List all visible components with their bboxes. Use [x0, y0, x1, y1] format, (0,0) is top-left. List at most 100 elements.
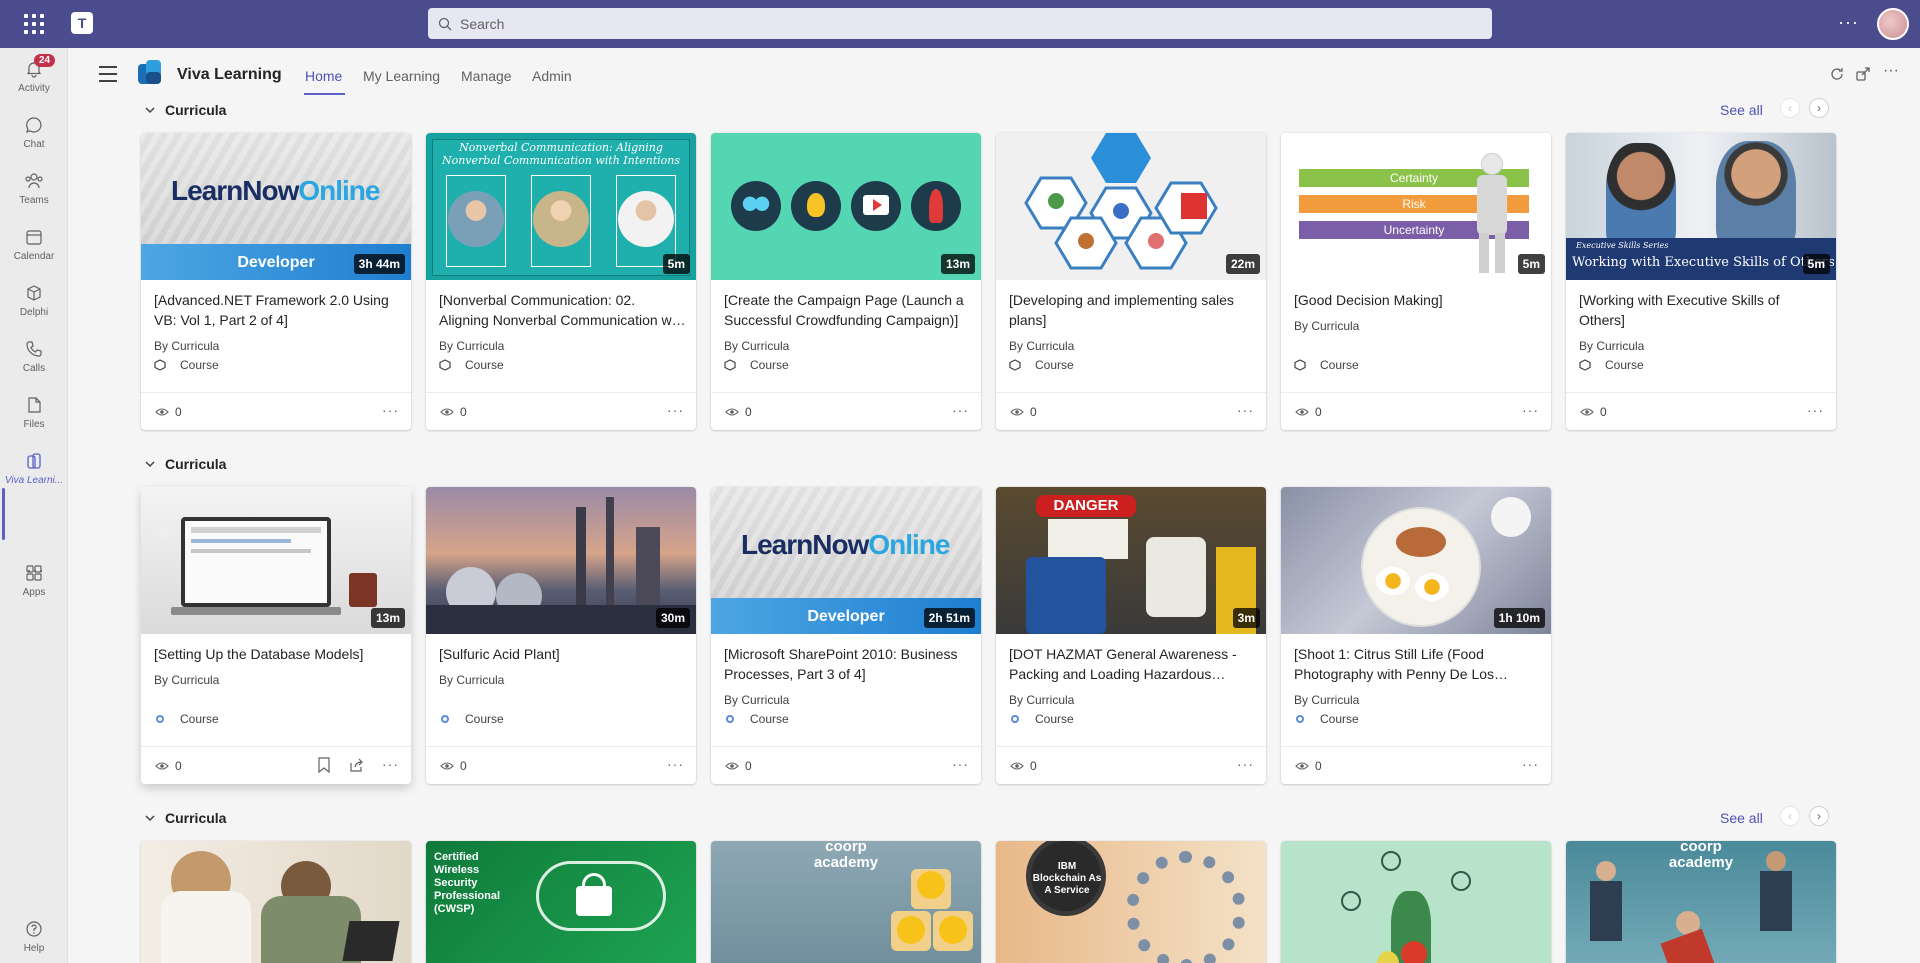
card-footer: 0 ···	[711, 392, 981, 430]
course-type: Course	[1294, 712, 1359, 726]
chevron-down-icon	[145, 815, 155, 822]
rail-item-teams[interactable]: Teams	[0, 164, 68, 214]
card-more-icon[interactable]: ···	[667, 756, 684, 772]
rail-item-chat[interactable]: Chat	[0, 108, 68, 158]
course-card[interactable]: DANGER 3m [DOT HAZMAT General Awareness …	[996, 487, 1266, 784]
tab-admin[interactable]: Admin	[532, 68, 572, 84]
rail-item-label: Calendar	[13, 251, 55, 262]
section-title: Curricula	[165, 810, 227, 826]
section-header[interactable]: Curricula	[145, 810, 226, 826]
thumb-series: Executive Skills Series	[1576, 241, 1669, 250]
view-count-value: 0	[1315, 405, 1322, 419]
avatar[interactable]	[1877, 8, 1909, 40]
tab-my-learning[interactable]: My Learning	[363, 68, 440, 84]
course-type-label: Course	[465, 358, 504, 372]
card-more-icon[interactable]: ···	[952, 756, 969, 772]
course-type-label: Course	[1320, 712, 1359, 726]
help-icon	[23, 918, 45, 940]
thumb-caption: coorp academy	[1668, 841, 1734, 871]
view-count-value: 0	[460, 759, 467, 773]
card-more-icon[interactable]: ···	[1807, 402, 1824, 418]
settings-more-icon[interactable]: ···	[1838, 12, 1859, 33]
tab-home[interactable]: Home	[305, 68, 342, 84]
tab-manage[interactable]: Manage	[461, 68, 512, 84]
carousel-prev-icon[interactable]: ‹	[1780, 806, 1800, 826]
rail-item-files[interactable]: Files	[0, 388, 68, 438]
duration-badge: 5m	[1802, 254, 1830, 274]
rail-item-help[interactable]: Help	[0, 912, 68, 962]
app-launcher-icon[interactable]	[22, 12, 46, 36]
course-card[interactable]: coorp academy	[711, 841, 981, 963]
rail-item-apps[interactable]: Apps	[0, 556, 68, 606]
course-card[interactable]: 13m [Create the Campaign Page (Launch a …	[711, 133, 981, 430]
card-more-icon[interactable]: ···	[667, 402, 684, 418]
course-card[interactable]: IBM Blockchain As A Service	[996, 841, 1266, 963]
view-count: 0	[1010, 405, 1037, 419]
teams-icon	[23, 170, 45, 192]
rail-item-calendar[interactable]: Calendar	[0, 220, 68, 270]
rail-item-viva-learning[interactable]: Viva Learni...	[0, 444, 68, 494]
see-all-link[interactable]: See all	[1720, 810, 1763, 826]
refresh-icon[interactable]	[1829, 66, 1845, 82]
course-card[interactable]: 13m [Setting Up the Database Models] By …	[141, 487, 411, 784]
course-author: By Curricula	[439, 339, 505, 353]
carousel-next-icon[interactable]: ›	[1809, 806, 1829, 826]
card-more-icon[interactable]: ···	[382, 756, 399, 772]
course-card[interactable]: LearnNowOnline Developer 2h 51m [Microso…	[711, 487, 981, 784]
course-type: Course	[1579, 358, 1644, 372]
card-more-icon[interactable]: ···	[382, 402, 399, 418]
card-more-icon[interactable]: ···	[952, 402, 969, 418]
section-header[interactable]: Curricula	[145, 456, 226, 472]
card-more-icon[interactable]: ···	[1237, 402, 1254, 418]
course-title: [Good Decision Making]	[1294, 292, 1443, 308]
more-options-icon[interactable]: ···	[1883, 62, 1899, 80]
pop-out-icon[interactable]	[1855, 66, 1871, 82]
search-box[interactable]	[428, 8, 1492, 39]
card-footer: 0 ···	[426, 746, 696, 784]
course-card[interactable]: Nonverbal Communication: Aligning Nonver…	[426, 133, 696, 430]
eye-icon	[1295, 408, 1309, 416]
see-all-link[interactable]: See all	[1720, 102, 1763, 118]
course-card[interactable]: coorp academy	[1566, 841, 1836, 963]
card-footer: 0 ···	[1566, 392, 1836, 430]
card-more-icon[interactable]: ···	[1237, 756, 1254, 772]
card-more-icon[interactable]: ···	[1522, 756, 1539, 772]
rail-item-calls[interactable]: Calls	[0, 332, 68, 382]
card-footer: 0 ···	[711, 746, 981, 784]
course-card[interactable]: 1h 10m [Shoot 1: Citrus Still Life (Food…	[1281, 487, 1551, 784]
course-card[interactable]: Executive Skills Series Working with Exe…	[1566, 133, 1836, 430]
view-count-value: 0	[745, 759, 752, 773]
carousel-prev-icon[interactable]: ‹	[1780, 98, 1800, 118]
course-card[interactable]: 22m [Developing and implementing sales p…	[996, 133, 1266, 430]
thumb-caption: Working with Executive Skills of Others	[1572, 255, 1835, 270]
course-title: [Shoot 1: Citrus Still Life (Food Photog…	[1294, 646, 1495, 682]
rail-item-activity[interactable]: 24 Activity	[0, 52, 68, 102]
course-card[interactable]	[1281, 841, 1551, 963]
course-card[interactable]: Certainty Risk Uncertainty 5m [Good Deci…	[1281, 133, 1551, 430]
viva-learning-logo	[138, 60, 161, 84]
card-more-icon[interactable]: ···	[1522, 402, 1539, 418]
provider-icon	[1294, 359, 1306, 371]
bookmark-icon[interactable]	[317, 757, 331, 773]
course-card[interactable]	[141, 841, 411, 963]
view-count: 0	[1295, 759, 1322, 773]
course-card[interactable]: 30m [Sulfuric Acid Plant] By Curricula C…	[426, 487, 696, 784]
course-thumbnail: 30m	[426, 487, 696, 634]
view-count: 0	[1010, 759, 1037, 773]
hamburger-menu-icon[interactable]	[99, 66, 117, 87]
carousel-next-icon[interactable]: ›	[1809, 98, 1829, 118]
viva-learning-icon	[23, 450, 45, 472]
section-header[interactable]: Curricula	[145, 102, 226, 118]
active-tab-indicator	[304, 93, 345, 95]
share-icon[interactable]	[349, 757, 365, 773]
card-footer: 0 ···	[141, 746, 411, 784]
thumb-logo-text-accent: Online	[868, 529, 950, 560]
top-bar: T ···	[0, 0, 1920, 48]
search-input[interactable]	[460, 15, 1360, 32]
provider-icon	[1011, 715, 1019, 723]
course-thumbnail: Nonverbal Communication: Aligning Nonver…	[426, 133, 696, 280]
rail-item-delphi[interactable]: Delphi	[0, 276, 68, 326]
rail-item-label: Calls	[22, 363, 46, 374]
course-card[interactable]: LearnNowOnline Developer 3h 44m [Advance…	[141, 133, 411, 430]
course-card[interactable]: Certified Wireless Security Professional…	[426, 841, 696, 963]
